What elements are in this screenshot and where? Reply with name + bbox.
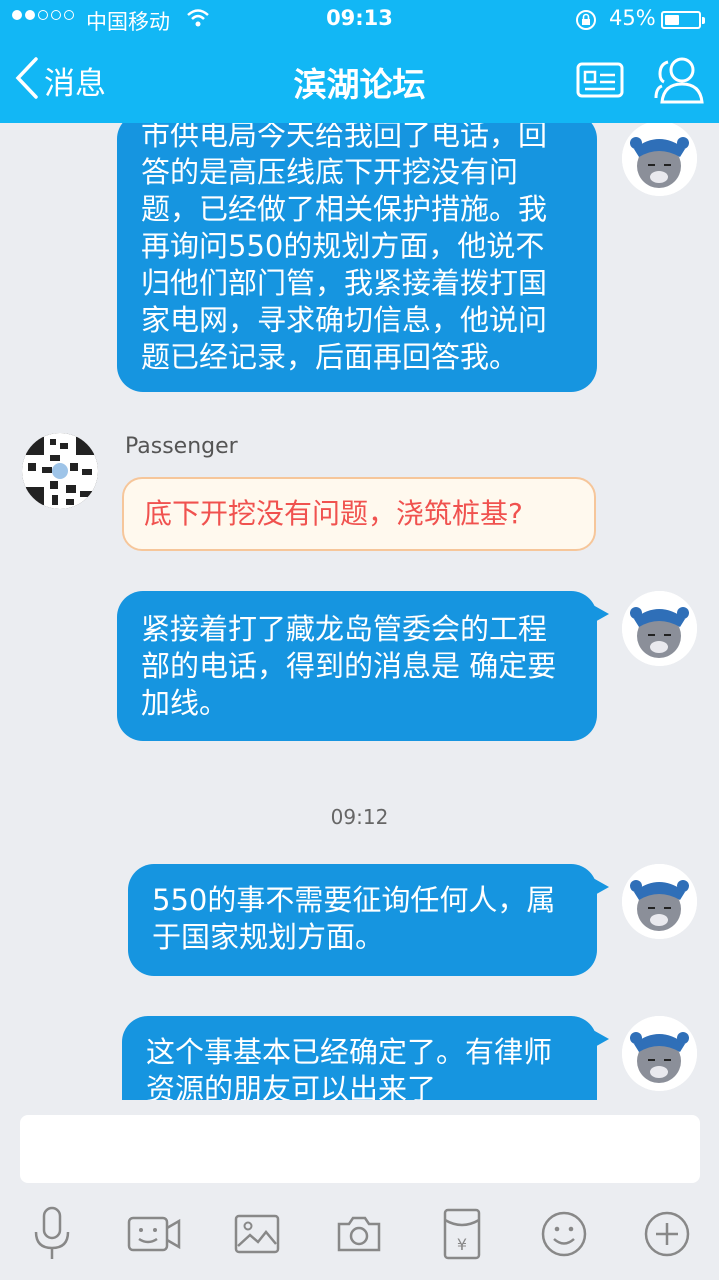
microphone-icon[interactable] — [24, 1206, 80, 1262]
message-bubble-1[interactable]: 市供电局今天给我回了电话，回答的是高压线底下开挖没有问题，已经做了相关保护措施。… — [117, 123, 597, 392]
avatar[interactable] — [622, 591, 697, 666]
group-members-icon[interactable] — [652, 54, 706, 110]
orientation-lock-icon — [574, 8, 598, 37]
timestamp: 09:12 — [330, 805, 389, 829]
message-bubble-5[interactable]: 这个事基本已经确定了。有律师资源的朋友可以出来了 — [122, 1016, 609, 1100]
message-text: 底下开挖没有问题，浇筑桩基? — [144, 497, 523, 530]
battery-icon — [661, 11, 705, 29]
group-card-icon[interactable] — [576, 62, 624, 102]
svg-text:¥: ¥ — [457, 1235, 467, 1254]
red-packet-icon[interactable]: ¥ — [434, 1206, 490, 1262]
message-bubble-3[interactable]: 紧接着打了藏龙岛管委会的工程部的电话，得到的消息是 确定要加线。 — [117, 591, 609, 741]
message-input[interactable] — [20, 1115, 700, 1183]
status-bar: 中国移动 09:13 45% — [0, 0, 719, 40]
image-icon[interactable] — [229, 1206, 285, 1262]
input-area: ¥ — [0, 1100, 719, 1280]
sender-name: Passenger — [125, 434, 238, 459]
cat-avatar-icon — [622, 1016, 697, 1091]
qr-avatar-icon — [22, 433, 98, 509]
emoji-icon[interactable] — [536, 1206, 592, 1262]
input-toolbar: ¥ — [0, 1198, 719, 1278]
message-text: 550的事不需要征询任何人，属于国家规划方面。 — [152, 883, 556, 954]
message-bubble-received[interactable]: 底下开挖没有问题，浇筑桩基? — [122, 477, 596, 551]
camera-icon[interactable] — [331, 1206, 387, 1262]
message-bubble-4[interactable]: 550的事不需要征询任何人，属于国家规划方面。 — [128, 864, 609, 976]
chat-area[interactable]: 市供电局今天给我回了电话，回答的是高压线底下开挖没有问题，已经做了相关保护措施。… — [0, 123, 719, 1100]
avatar[interactable] — [622, 123, 697, 196]
battery-percent: 45% — [609, 6, 656, 30]
top-bar: 中国移动 09:13 45% 消息 滨湖论坛 — [0, 0, 719, 123]
cat-avatar-icon — [622, 864, 697, 939]
cat-avatar-icon — [622, 591, 697, 666]
cat-avatar-icon — [622, 123, 697, 196]
avatar[interactable] — [622, 864, 697, 939]
avatar[interactable] — [22, 433, 98, 509]
message-text: 市供电局今天给我回了电话，回答的是高压线底下开挖没有问题，已经做了相关保护措施。… — [141, 123, 548, 374]
avatar[interactable] — [622, 1016, 697, 1091]
video-call-icon[interactable] — [126, 1206, 182, 1262]
message-text: 这个事基本已经确定了。有律师资源的朋友可以出来了 — [146, 1035, 553, 1100]
nav-bar: 消息 滨湖论坛 — [0, 40, 719, 123]
message-text: 紧接着打了藏龙岛管委会的工程部的电话，得到的消息是 确定要加线。 — [141, 612, 557, 720]
plus-icon[interactable] — [639, 1206, 695, 1262]
